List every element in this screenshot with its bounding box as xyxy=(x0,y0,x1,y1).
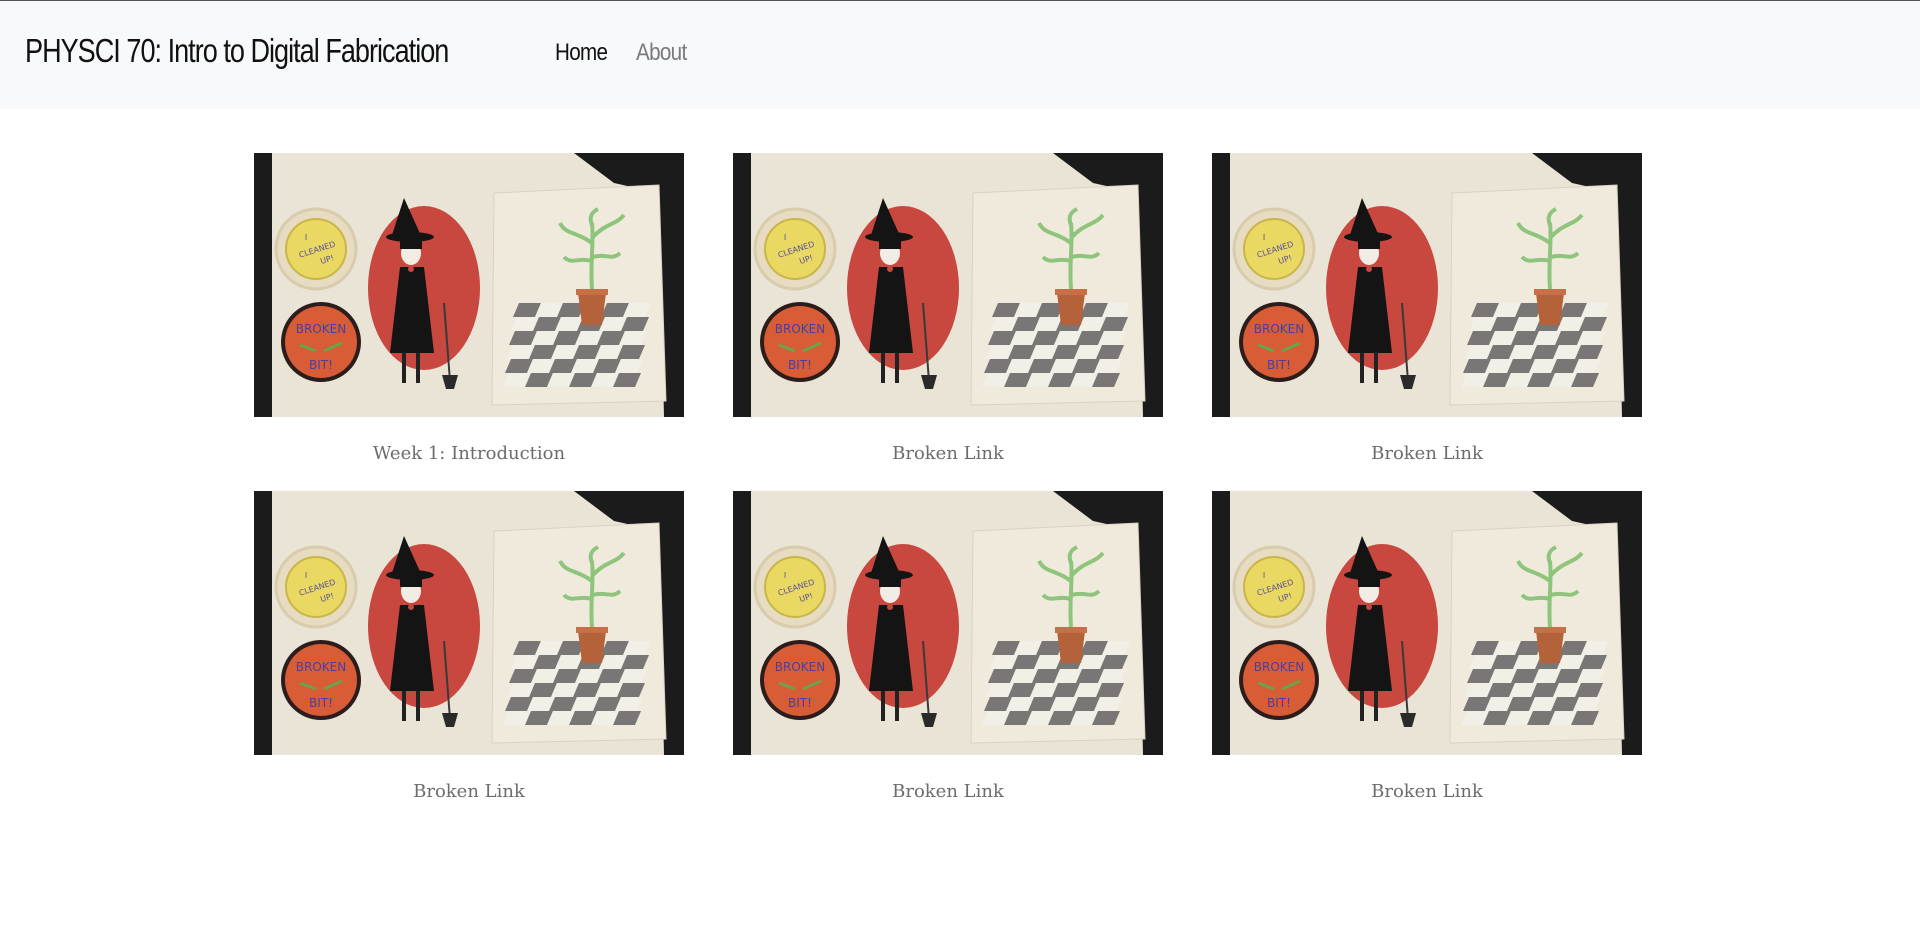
top-navbar: PHYSCI 70: Intro to Digital Fabrication … xyxy=(0,0,1920,109)
embroidery-patches-image: I CLEANED UP! BROKEN BIT! xyxy=(733,491,1163,755)
svg-text:I: I xyxy=(784,233,786,242)
svg-text:I: I xyxy=(1263,233,1265,242)
svg-text:BROKEN: BROKEN xyxy=(1254,660,1304,674)
gallery-card-6[interactable]: I CLEANED UP! BROKEN BIT! Broken Link xyxy=(1212,491,1642,806)
svg-text:BIT!: BIT! xyxy=(309,358,333,372)
svg-text:BROKEN: BROKEN xyxy=(296,322,346,336)
svg-text:BIT!: BIT! xyxy=(788,696,812,710)
svg-text:I: I xyxy=(305,233,307,242)
embroidery-patches-image: I CLEANED UP! BROKEN BIT! xyxy=(1212,491,1642,755)
svg-text:I: I xyxy=(1263,571,1265,580)
gallery-card-3[interactable]: I CLEANED UP! BROKEN BIT! Broken Link xyxy=(1212,153,1642,468)
embroidery-scene: ICLEANEDUP!BROKENBIT! xyxy=(1212,153,1642,417)
gallery-card-2[interactable]: I CLEANED UP! BROKEN BIT! Broken Link xyxy=(733,153,1163,468)
site-brand-link[interactable]: PHYSCI 70: Intro to Digital Fabrication xyxy=(25,32,449,70)
embroidery-scene: ICLEANEDUP!BROKENBIT! xyxy=(254,153,684,417)
svg-text:BROKEN: BROKEN xyxy=(775,322,825,336)
gallery-card-caption: Week 1: Introduction xyxy=(372,443,566,464)
project-gallery: I CLEANED UP! BROKEN BIT! Week 1: Introducti… xyxy=(254,153,1642,806)
nav-links: Home About xyxy=(555,39,695,67)
svg-text:BIT!: BIT! xyxy=(1267,358,1291,372)
embroidery-scene: ICLEANEDUP!BROKENBIT! xyxy=(733,491,1163,755)
embroidery-patches-image: I CLEANED UP! BROKEN BIT! xyxy=(254,491,684,755)
gallery-card-4[interactable]: I CLEANED UP! BROKEN BIT! Broken Link xyxy=(254,491,684,806)
nav-link-about[interactable]: About xyxy=(636,39,687,67)
embroidery-patches-image: I CLEANED UP! BROKEN BIT! xyxy=(1212,153,1642,417)
gallery-card-caption: Broken Link xyxy=(892,781,1004,802)
gallery-card-caption: Broken Link xyxy=(1371,781,1483,802)
gallery-card-caption: Broken Link xyxy=(413,781,525,802)
gallery-card-caption: Broken Link xyxy=(892,443,1004,464)
svg-text:BIT!: BIT! xyxy=(788,358,812,372)
nav-link-home[interactable]: Home xyxy=(555,39,608,67)
embroidery-patches-image: I CLEANED UP! BROKEN BIT! xyxy=(733,153,1163,417)
svg-text:I: I xyxy=(784,571,786,580)
svg-text:BROKEN: BROKEN xyxy=(296,660,346,674)
embroidery-patches-image: I CLEANED UP! BROKEN BIT! xyxy=(254,153,684,417)
gallery-card-week1[interactable]: I CLEANED UP! BROKEN BIT! Week 1: Introducti… xyxy=(254,153,684,468)
svg-text:BIT!: BIT! xyxy=(309,696,333,710)
embroidery-scene: ICLEANEDUP!BROKENBIT! xyxy=(254,491,684,755)
svg-text:BIT!: BIT! xyxy=(1267,696,1291,710)
svg-text:I: I xyxy=(305,571,307,580)
svg-text:BROKEN: BROKEN xyxy=(1254,322,1304,336)
embroidery-scene: ICLEANEDUP!BROKENBIT! xyxy=(733,153,1163,417)
gallery-card-caption: Broken Link xyxy=(1371,443,1483,464)
embroidery-scene: ICLEANEDUP!BROKENBIT! xyxy=(1212,491,1642,755)
svg-text:BROKEN: BROKEN xyxy=(775,660,825,674)
gallery-card-5[interactable]: I CLEANED UP! BROKEN BIT! Broken Link xyxy=(733,491,1163,806)
